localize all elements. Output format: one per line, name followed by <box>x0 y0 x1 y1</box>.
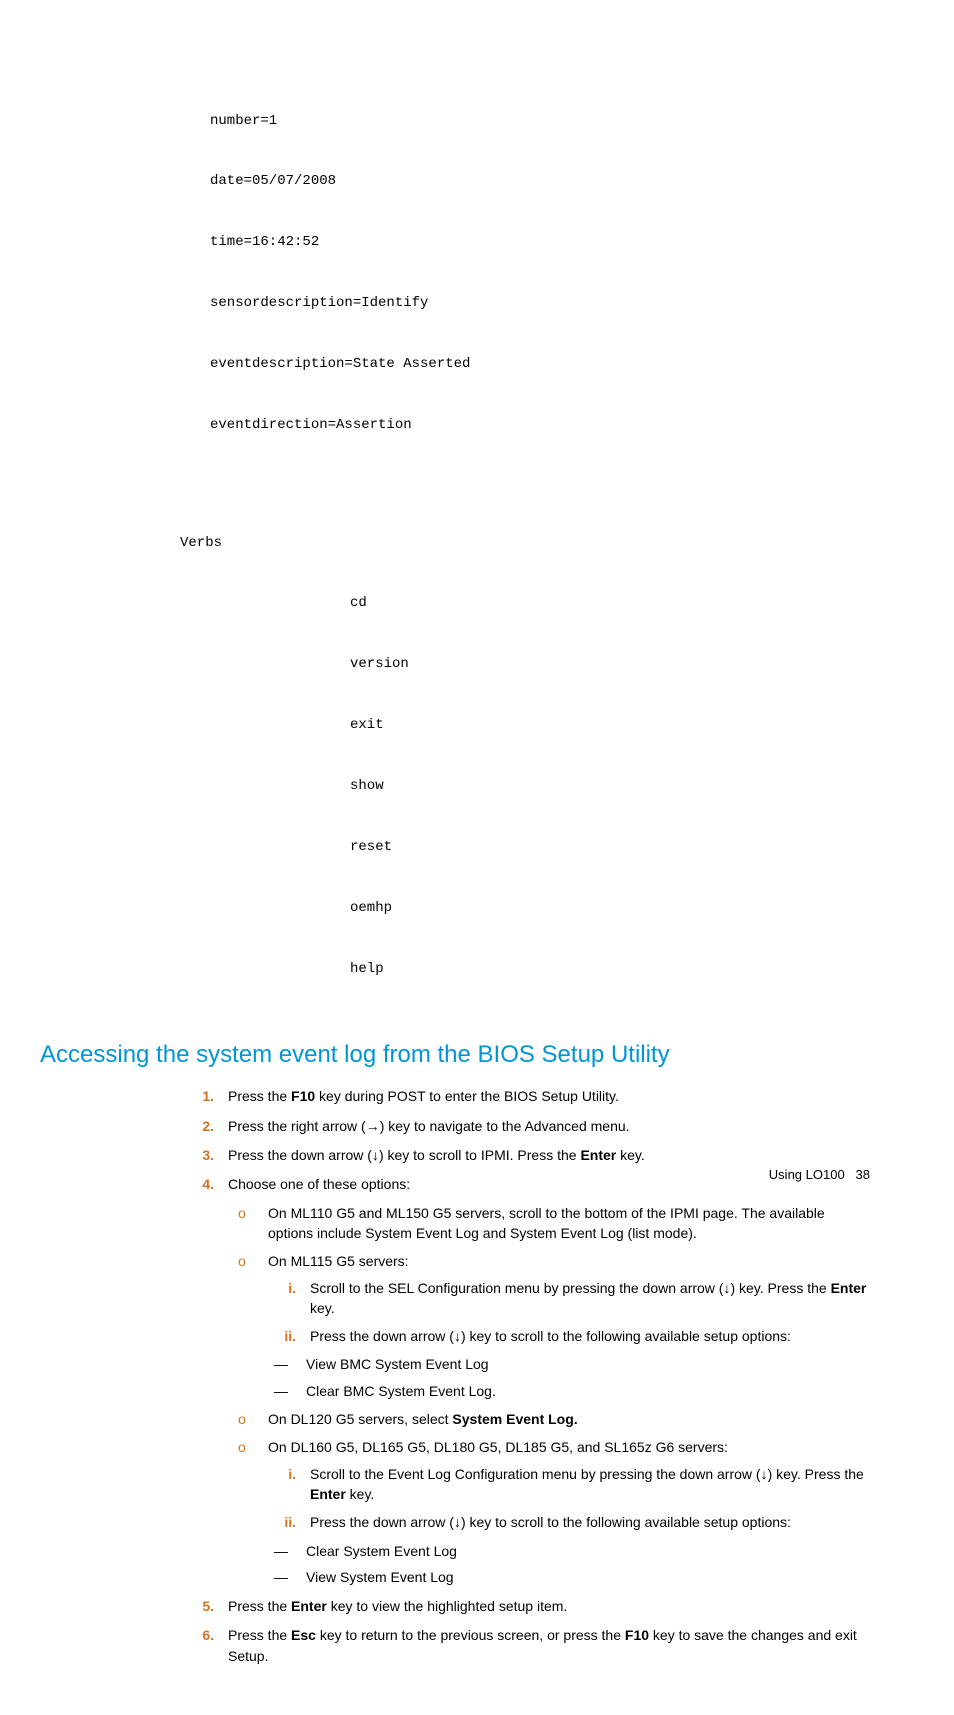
code-line: help <box>350 959 870 979</box>
substep-text: Press the down arrow (↓) key to scroll t… <box>310 1514 791 1530</box>
dash-text: View BMC System Event Log <box>306 1356 489 1372</box>
dash-list: — View BMC System Event Log — Clear BMC … <box>274 1354 870 1401</box>
dash-marker: — <box>274 1354 288 1374</box>
option-text: On ML115 G5 servers: <box>268 1253 409 1269</box>
option-b: o On ML115 G5 servers: i. Scroll to the … <box>228 1251 870 1401</box>
roman-marker: ii. <box>274 1326 296 1346</box>
code-block-verbs: Verbs cd version exit show reset oemhp h… <box>180 492 870 1020</box>
code-line: version <box>350 654 870 674</box>
code-line: cd <box>350 593 870 613</box>
step-text: Press the down arrow (↓) key to scroll t… <box>228 1147 645 1163</box>
step-6: 6. Press the Esc key to return to the pr… <box>186 1625 870 1666</box>
code-line: Verbs <box>180 533 870 553</box>
circle-marker: o <box>238 1203 246 1223</box>
dash-item: — Clear BMC System Event Log. <box>274 1381 870 1401</box>
steps-list: 1. Press the F10 key during POST to ente… <box>186 1086 870 1666</box>
step-text: Choose one of these options: <box>228 1176 410 1192</box>
substep-i: i. Scroll to the SEL Configuration menu … <box>274 1278 870 1319</box>
substep-text: Press the down arrow (↓) key to scroll t… <box>310 1328 791 1344</box>
substep-text: Scroll to the Event Log Configuration me… <box>310 1466 864 1502</box>
roman-marker: i. <box>274 1278 296 1298</box>
dash-marker: — <box>274 1541 288 1561</box>
step-text: Press the right arrow (→) key to navigat… <box>228 1118 630 1134</box>
code-line: time=16:42:52 <box>210 232 870 252</box>
section-heading: Accessing the system event log from the … <box>40 1038 870 1073</box>
dash-text: View System Event Log <box>306 1569 454 1585</box>
code-line: show <box>350 776 870 796</box>
dash-item: — View System Event Log <box>274 1567 870 1587</box>
options-list: o On ML110 G5 and ML150 G5 servers, scro… <box>228 1203 870 1587</box>
substeps-list: i. Scroll to the SEL Configuration menu … <box>274 1278 870 1347</box>
dash-item: — View BMC System Event Log <box>274 1354 870 1374</box>
page-footer: Using LO100 38 <box>769 1166 870 1185</box>
step-marker: 3. <box>186 1145 214 1165</box>
dash-text: Clear System Event Log <box>306 1543 457 1559</box>
code-line: eventdescription=State Asserted <box>210 354 870 374</box>
step-1: 1. Press the F10 key during POST to ente… <box>186 1086 870 1106</box>
substep-i: i. Scroll to the Event Log Configuration… <box>274 1464 870 1505</box>
step-marker: 5. <box>186 1596 214 1616</box>
footer-page-number: 38 <box>856 1167 870 1182</box>
substeps-list: i. Scroll to the Event Log Configuration… <box>274 1464 870 1533</box>
code-line: eventdirection=Assertion <box>210 415 870 435</box>
dash-marker: — <box>274 1381 288 1401</box>
substep-text: Scroll to the SEL Configuration menu by … <box>310 1280 866 1316</box>
roman-marker: ii. <box>274 1512 296 1532</box>
option-d: o On DL160 G5, DL165 G5, DL180 G5, DL185… <box>228 1437 870 1587</box>
option-text: On DL120 G5 servers, select System Event… <box>268 1411 578 1427</box>
step-3: 3. Press the down arrow (↓) key to scrol… <box>186 1145 870 1165</box>
step-marker: 6. <box>186 1625 214 1645</box>
circle-marker: o <box>238 1437 246 1457</box>
circle-marker: o <box>238 1409 246 1429</box>
code-line: number=1 <box>210 111 870 131</box>
circle-marker: o <box>238 1251 246 1271</box>
step-marker: 4. <box>186 1174 214 1194</box>
option-a: o On ML110 G5 and ML150 G5 servers, scro… <box>228 1203 870 1244</box>
option-text: On DL160 G5, DL165 G5, DL180 G5, DL185 G… <box>268 1439 728 1455</box>
code-block-properties: number=1 date=05/07/2008 time=16:42:52 s… <box>210 70 870 476</box>
code-line: sensordescription=Identify <box>210 293 870 313</box>
step-marker: 1. <box>186 1086 214 1106</box>
dash-marker: — <box>274 1567 288 1587</box>
option-c: o On DL120 G5 servers, select System Eve… <box>228 1409 870 1429</box>
code-line: date=05/07/2008 <box>210 171 870 191</box>
step-2: 2. Press the right arrow (→) key to navi… <box>186 1116 870 1136</box>
step-5: 5. Press the Enter key to view the highl… <box>186 1596 870 1616</box>
step-text: Press the Esc key to return to the previ… <box>228 1627 857 1663</box>
substep-ii: ii. Press the down arrow (↓) key to scro… <box>274 1326 870 1346</box>
dash-list: — Clear System Event Log — View System E… <box>274 1541 870 1588</box>
substep-ii: ii. Press the down arrow (↓) key to scro… <box>274 1512 870 1532</box>
footer-section: Using LO100 <box>769 1167 845 1182</box>
step-text: Press the Enter key to view the highligh… <box>228 1598 567 1614</box>
step-marker: 2. <box>186 1116 214 1136</box>
code-line: reset <box>350 837 870 857</box>
option-text: On ML110 G5 and ML150 G5 servers, scroll… <box>268 1205 825 1241</box>
roman-marker: i. <box>274 1464 296 1484</box>
code-line: oemhp <box>350 898 870 918</box>
step-text: Press the F10 key during POST to enter t… <box>228 1088 619 1104</box>
dash-text: Clear BMC System Event Log. <box>306 1383 496 1399</box>
dash-item: — Clear System Event Log <box>274 1541 870 1561</box>
code-line: exit <box>350 715 870 735</box>
step-4: 4. Choose one of these options: o On ML1… <box>186 1174 870 1587</box>
